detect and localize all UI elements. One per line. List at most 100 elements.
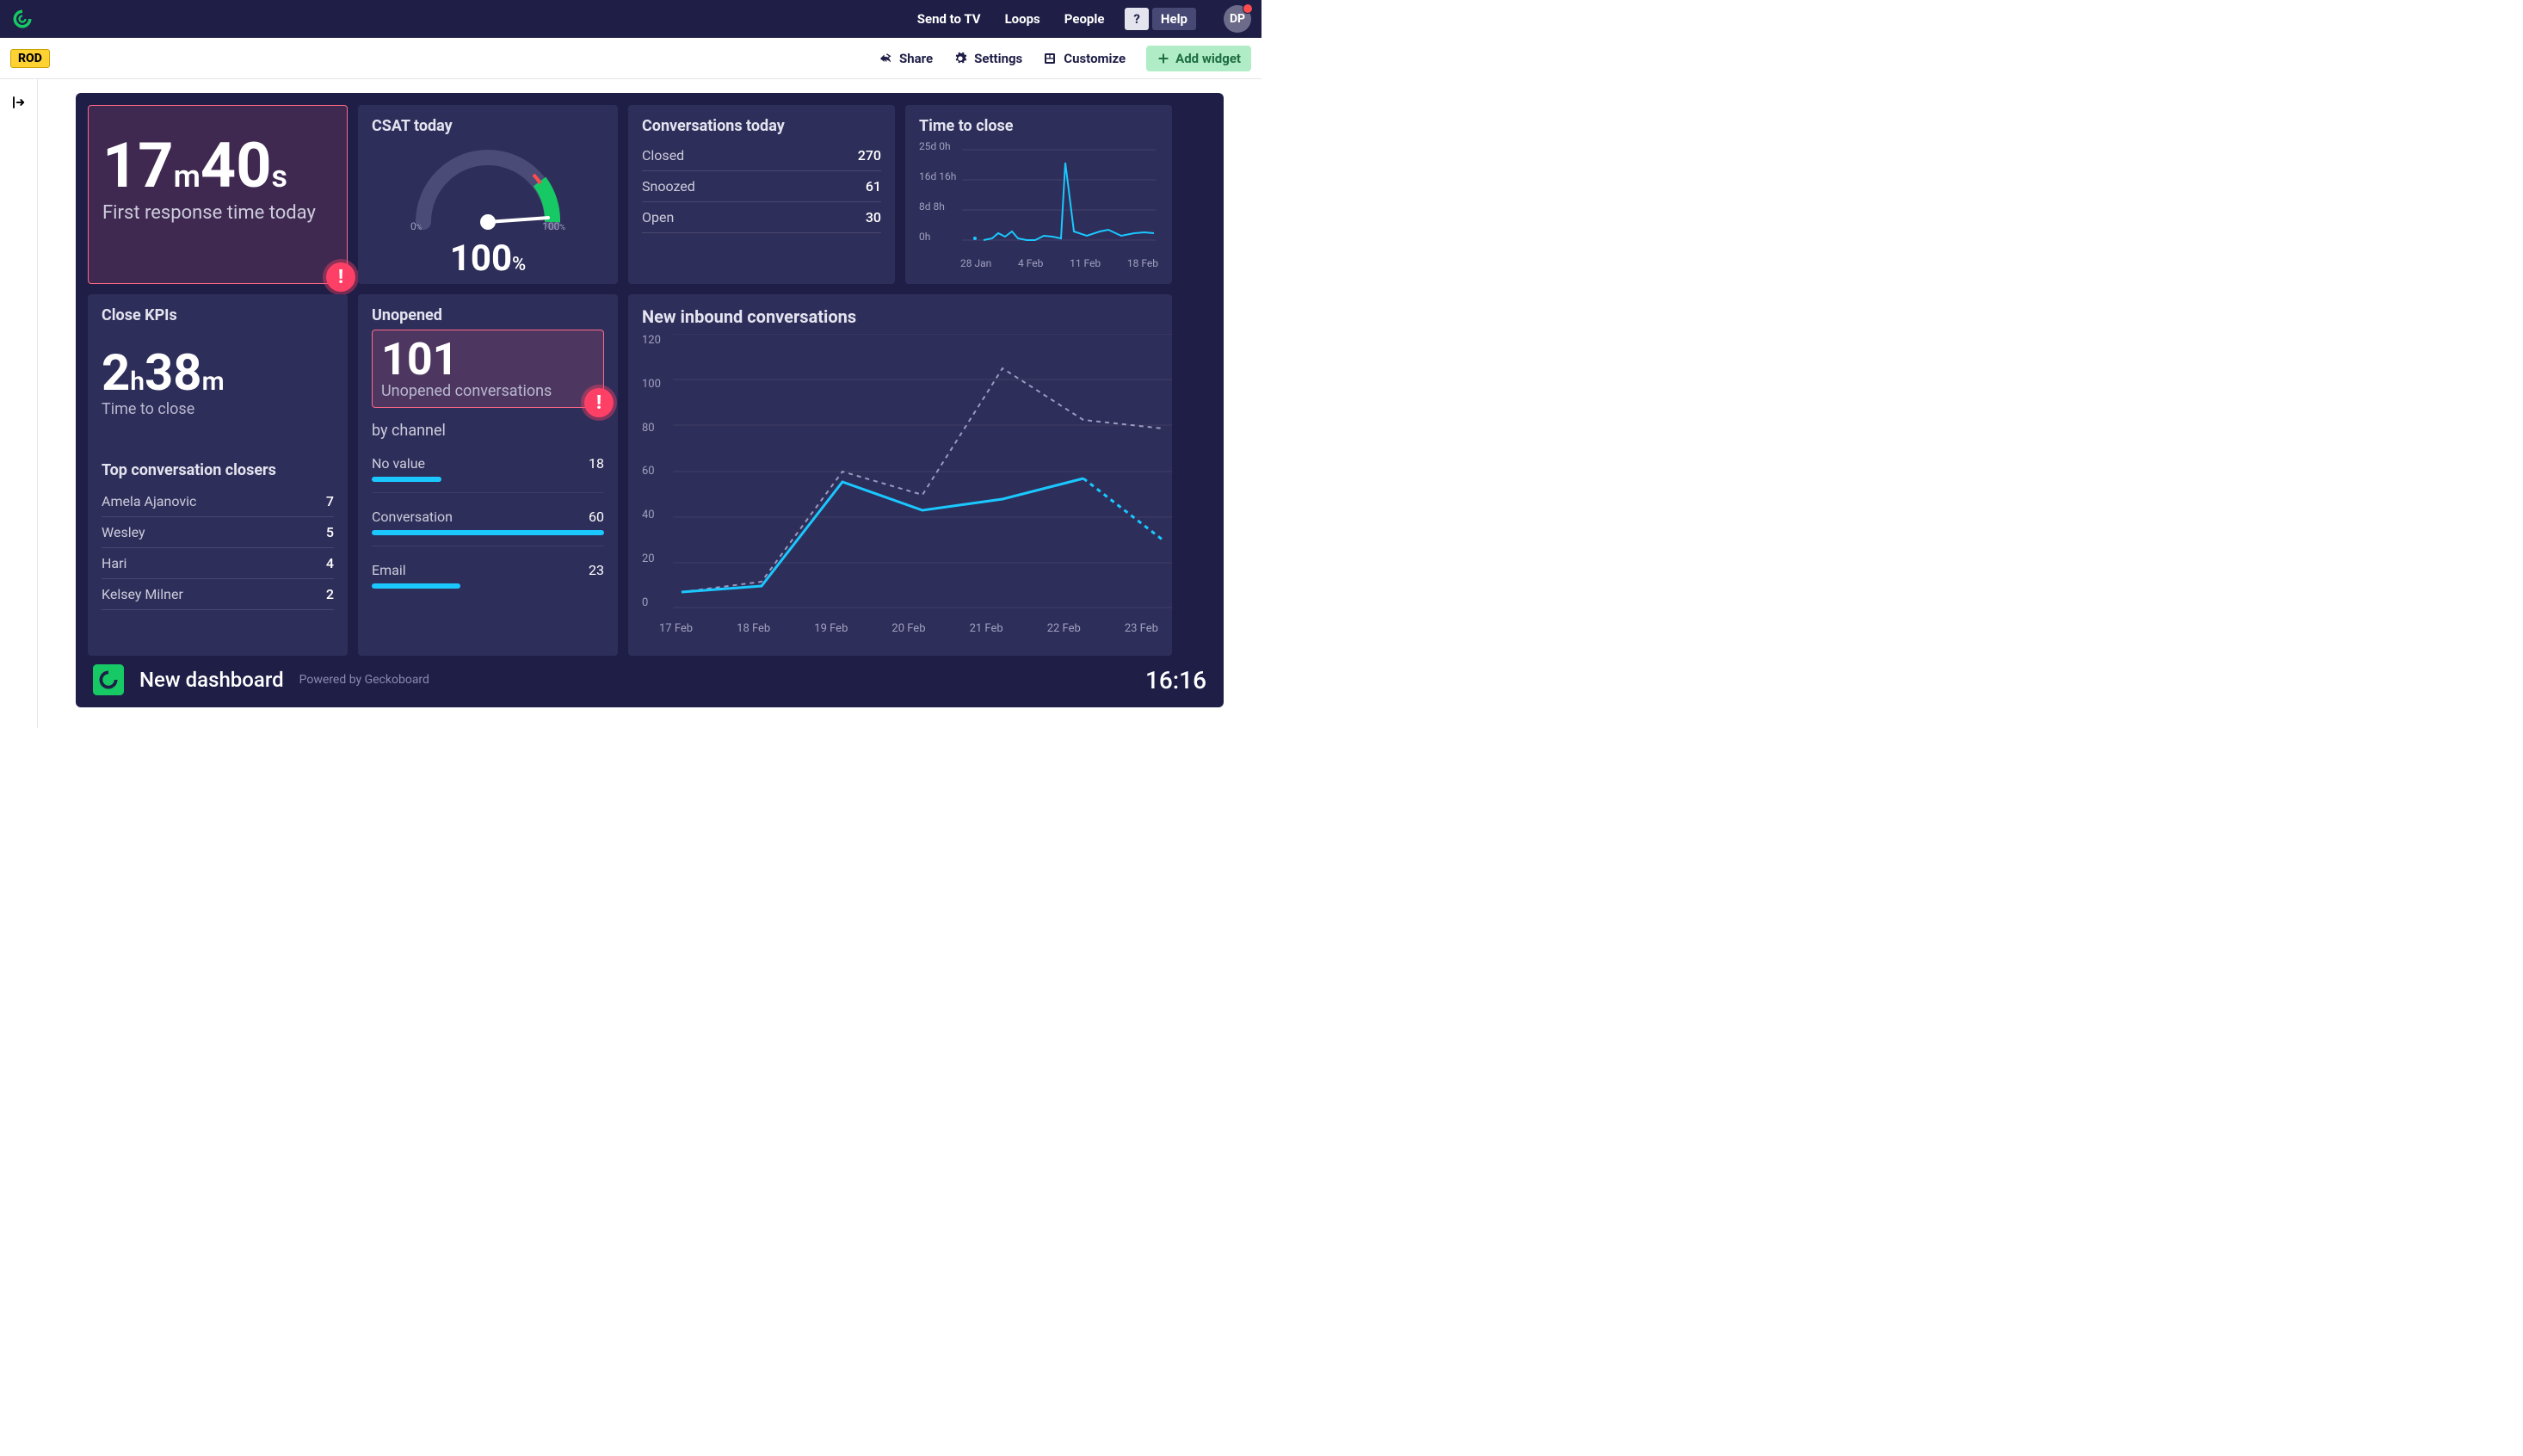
by-channel-label: by channel bbox=[372, 422, 604, 440]
widget-time-to-close[interactable]: Time to close 25d 0h16d 16h8d 8h0h 28 Ja… bbox=[905, 105, 1172, 284]
widget-unopened[interactable]: Unopened 101 Unopened conversations ! by… bbox=[358, 294, 618, 656]
help-group: ? Help bbox=[1125, 8, 1196, 30]
kpi-minutes: 38 bbox=[145, 344, 202, 403]
frt-minutes: 17 bbox=[102, 129, 174, 202]
widget-grid: 17m40s First response time today ! CSAT … bbox=[88, 105, 1212, 656]
axis-tick: 23 Feb bbox=[1125, 622, 1158, 635]
unopened-value: 101 bbox=[381, 337, 595, 382]
sidebar-expand-icon[interactable] bbox=[11, 95, 27, 728]
gauge-min: 0 bbox=[410, 220, 416, 232]
geckoboard-logo-icon[interactable] bbox=[10, 7, 34, 31]
axis-tick: 11 Feb bbox=[1070, 257, 1101, 269]
axis-tick: 60 bbox=[642, 465, 668, 478]
axis-tick: 20 Feb bbox=[891, 622, 925, 635]
inbound-line-chart bbox=[673, 334, 1172, 609]
csat-value: 100% bbox=[450, 238, 527, 280]
canvas[interactable]: 17m40s First response time today ! CSAT … bbox=[38, 79, 1262, 728]
conversations-title: Conversations today bbox=[642, 117, 881, 135]
kpis-title: Close KPIs bbox=[102, 306, 334, 324]
kpi-hours: 2 bbox=[102, 344, 130, 403]
widget-inbound-conversations[interactable]: New inbound conversations 12010080604020… bbox=[628, 294, 1172, 656]
table-row: Kelsey Milner2 bbox=[102, 579, 334, 610]
axis-tick: 19 Feb bbox=[814, 622, 848, 635]
nav-people[interactable]: People bbox=[1061, 4, 1108, 34]
axis-tick: 0 bbox=[642, 596, 668, 609]
inbound-title: New inbound conversations bbox=[642, 306, 1158, 327]
conversations-list: Closed270Snoozed61Open30 bbox=[642, 140, 881, 233]
frt-sec-unit: s bbox=[272, 158, 288, 194]
gauge-min-pct: % bbox=[416, 224, 423, 232]
widget-csat[interactable]: CSAT today 0% 100% 100 bbox=[358, 105, 618, 284]
axis-tick: 18 Feb bbox=[737, 622, 770, 635]
table-row: Snoozed61 bbox=[642, 171, 881, 202]
unopened-alert-card: 101 Unopened conversations ! bbox=[372, 330, 604, 408]
table-row: Open30 bbox=[642, 202, 881, 233]
axis-tick: 80 bbox=[642, 422, 668, 435]
table-row: Amela Ajanovic7 bbox=[102, 486, 334, 517]
csat-number: 100 bbox=[450, 238, 512, 280]
ttc-title: Time to close bbox=[919, 117, 1158, 135]
dashboard-footer: New dashboard Powered by Geckoboard 16:1… bbox=[88, 656, 1212, 695]
kpi-hours-unit: h bbox=[130, 367, 145, 397]
axis-tick: 21 Feb bbox=[970, 622, 1003, 635]
alert-icon: ! bbox=[584, 388, 614, 417]
dashboard-toolbar: ROD Share Settings Customize Add widget bbox=[0, 38, 1262, 79]
frt-seconds: 40 bbox=[200, 129, 272, 202]
axis-tick: 120 bbox=[642, 334, 668, 347]
table-row: Wesley5 bbox=[102, 517, 334, 548]
alert-icon: ! bbox=[326, 262, 355, 292]
axis-tick: 22 Feb bbox=[1047, 622, 1081, 635]
dashboard-badge[interactable]: ROD bbox=[10, 49, 50, 68]
footer-clock: 16:16 bbox=[1145, 666, 1206, 694]
closers-title: Top conversation closers bbox=[102, 461, 334, 479]
share-icon bbox=[879, 52, 892, 65]
footer-powered-by: Powered by Geckoboard bbox=[299, 673, 429, 687]
axis-tick: 4 Feb bbox=[1018, 257, 1043, 269]
gear-icon bbox=[953, 52, 967, 65]
unopened-title: Unopened bbox=[372, 306, 604, 324]
csat-title: CSAT today bbox=[372, 117, 604, 135]
axis-tick: 20 bbox=[642, 552, 668, 565]
share-label: Share bbox=[899, 51, 933, 66]
csat-unit: % bbox=[512, 254, 526, 275]
top-navbar: Send to TV Loops People ? Help DP bbox=[0, 0, 1262, 38]
user-avatar[interactable]: DP bbox=[1224, 5, 1251, 33]
settings-button[interactable]: Settings bbox=[953, 51, 1022, 66]
add-widget-button[interactable]: Add widget bbox=[1146, 46, 1251, 71]
gauge-labels: 0% 100% bbox=[410, 220, 565, 232]
csat-gauge: 0% 100% 100% bbox=[372, 140, 604, 280]
channel-row: No value18 bbox=[372, 455, 604, 493]
help-button[interactable]: Help bbox=[1152, 8, 1196, 30]
axis-tick: 18 Feb bbox=[1127, 257, 1158, 269]
settings-label: Settings bbox=[974, 51, 1022, 66]
plus-icon bbox=[1157, 52, 1170, 65]
share-button[interactable]: Share bbox=[879, 51, 933, 66]
gauge-icon bbox=[406, 140, 570, 231]
channels-list: No value18Conversation60Email23 bbox=[372, 455, 604, 599]
widget-conversations-today[interactable]: Conversations today Closed270Snoozed61Op… bbox=[628, 105, 895, 284]
axis-tick: 100 bbox=[642, 378, 668, 391]
ttc-chart: 25d 0h16d 16h8d 8h0h 28 Jan4 Feb11 Feb18… bbox=[919, 140, 1158, 269]
frt-min-unit: m bbox=[174, 158, 200, 194]
axis-tick: 17 Feb bbox=[659, 622, 693, 635]
customize-button[interactable]: Customize bbox=[1043, 51, 1126, 66]
nav-send-to-tv[interactable]: Send to TV bbox=[914, 4, 984, 34]
kpi-value: 2h38m bbox=[102, 349, 334, 398]
frt-label: First response time today bbox=[102, 202, 333, 224]
ttc-line-chart bbox=[919, 145, 1156, 249]
axis-tick: 28 Jan bbox=[960, 257, 991, 269]
gauge-max: 100 bbox=[542, 220, 559, 232]
widget-first-response-time[interactable]: 17m40s First response time today ! bbox=[88, 105, 348, 284]
channel-row: Email23 bbox=[372, 562, 604, 599]
unopened-label: Unopened conversations bbox=[381, 382, 595, 400]
nav-loops[interactable]: Loops bbox=[1002, 4, 1044, 34]
footer-title: New dashboard bbox=[139, 668, 284, 692]
inbound-y-axis: 120100806040200 bbox=[642, 334, 668, 609]
inbound-x-axis: 17 Feb 18 Feb 19 Feb 20 Feb 21 Feb 22 Feb 23 F… bbox=[659, 622, 1158, 635]
widget-close-kpis[interactable]: Close KPIs 2h38m Time to close Top conve… bbox=[88, 294, 348, 656]
main-area: 17m40s First response time today ! CSAT … bbox=[0, 79, 1262, 728]
logo-spiral-icon bbox=[10, 7, 34, 31]
closers-list: Amela Ajanovic7Wesley5Hari4Kelsey Milner… bbox=[102, 486, 334, 610]
add-widget-label: Add widget bbox=[1175, 51, 1241, 66]
help-question-button[interactable]: ? bbox=[1125, 8, 1148, 30]
